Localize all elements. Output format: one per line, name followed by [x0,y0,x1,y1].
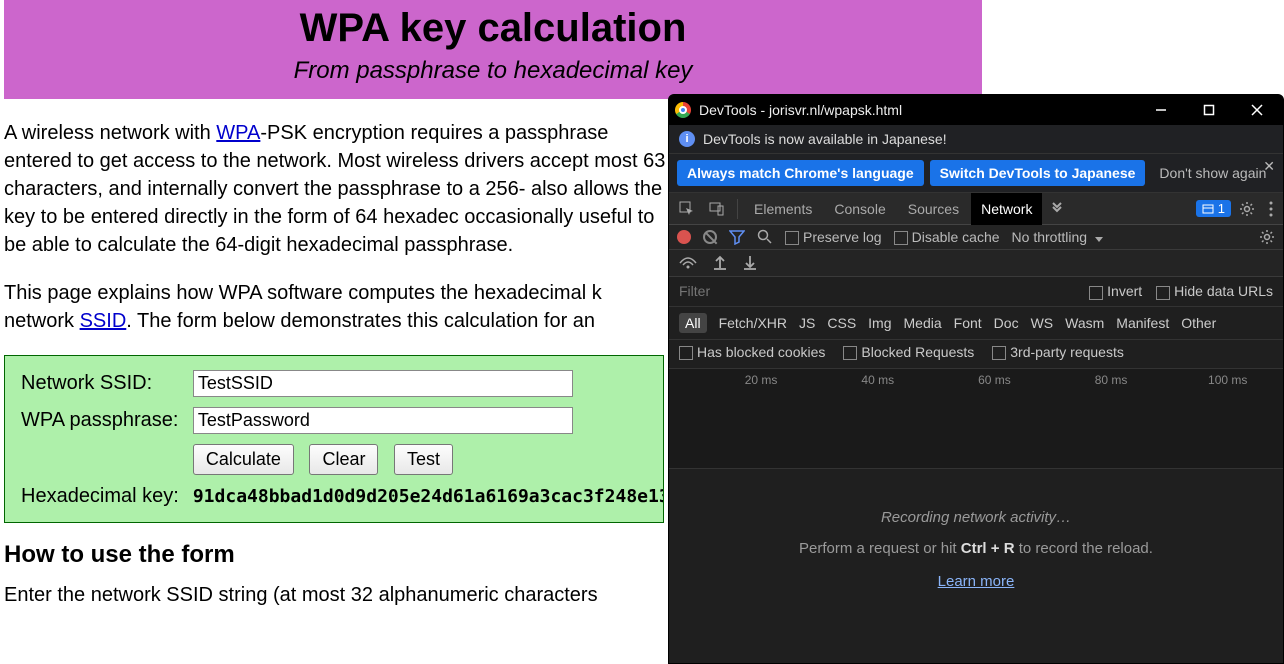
network-settings-icon[interactable] [1259,229,1275,245]
more-tabs-icon[interactable] [1044,193,1070,225]
type-doc[interactable]: Doc [994,315,1019,331]
devtools-langbar: Always match Chrome's language Switch De… [669,154,1283,193]
network-conditions-icon[interactable] [679,255,697,269]
chrome-icon [675,102,691,118]
devtools-infobar: i DevTools is now available in Japanese! [669,125,1283,154]
chevron-down-icon [1095,237,1103,242]
blocked-cookies-checkbox[interactable]: Has blocked cookies [679,344,825,360]
issues-badge[interactable]: 1 [1196,200,1231,217]
type-js[interactable]: JS [799,315,815,331]
clear-button[interactable]: Clear [309,444,378,475]
recording-text: Recording network activity… [689,509,1263,526]
timeline-tick: 80 ms [1095,373,1128,387]
import-har-icon[interactable] [713,254,727,270]
network-filterbar: Invert Hide data URLs [669,277,1283,306]
langbar-close-icon[interactable]: ✕ [1263,158,1275,175]
invert-checkbox[interactable]: Invert [1089,283,1142,299]
type-ws[interactable]: WS [1031,315,1054,331]
network-empty-state: Recording network activity… Perform a re… [669,469,1283,590]
info-icon: i [679,131,695,147]
dont-show-again-button[interactable]: Don't show again [1151,160,1274,186]
maximize-button[interactable] [1189,95,1229,125]
tab-console[interactable]: Console [824,193,895,225]
hexkey-label: Hexadecimal key: [15,481,185,512]
close-button[interactable] [1237,95,1277,125]
calculate-button[interactable]: Calculate [193,444,294,475]
disable-cache-checkbox[interactable]: Disable cache [894,229,1000,245]
devtools-window: DevTools - jorisvr.nl/wpapsk.html i DevT… [668,94,1284,664]
network-timeline[interactable]: 20 ms 40 ms 60 ms 80 ms 100 ms [669,369,1283,469]
hexkey-value: 91dca48bbad1d0d9d205e24d61a6169a3cac3f24… [187,481,664,512]
kebab-icon[interactable] [1263,193,1279,225]
device-toggle-icon[interactable] [703,193,731,225]
page-title: WPA key calculation [4,6,982,51]
timeline-tick: 60 ms [978,373,1011,387]
passphrase-input[interactable] [193,407,573,434]
wpa-form: Network SSID: WPA passphrase: Calculate … [4,355,664,523]
switch-japanese-button[interactable]: Switch DevTools to Japanese [930,160,1146,186]
search-icon[interactable] [757,229,773,245]
issues-icon [1202,203,1214,215]
intro-paragraph-1: A wireless network with WPA-PSK encrypti… [4,119,666,259]
tab-network[interactable]: Network [971,193,1042,225]
intro-paragraph-2: This page explains how WPA software comp… [4,279,666,335]
filter-input[interactable] [679,283,859,299]
tab-sources[interactable]: Sources [898,193,969,225]
info-text: DevTools is now available in Japanese! [703,131,947,147]
learn-more-link[interactable]: Learn more [938,573,1015,590]
type-css[interactable]: CSS [827,315,856,331]
minimize-button[interactable] [1141,95,1181,125]
page-subtitle: From passphrase to hexadecimal key [4,57,982,85]
type-img[interactable]: Img [868,315,891,331]
page-banner: WPA key calculation From passphrase to h… [4,0,982,99]
type-fetchxhr[interactable]: Fetch/XHR [719,315,787,331]
throttling-select[interactable]: No throttling [1012,229,1103,245]
settings-icon[interactable] [1233,193,1261,225]
type-wasm[interactable]: Wasm [1065,315,1104,331]
page-content: A wireless network with WPA-PSK encrypti… [0,119,670,609]
clear-icon[interactable] [703,230,717,244]
preserve-log-checkbox[interactable]: Preserve log [785,229,882,245]
passphrase-label: WPA passphrase: [15,403,185,438]
network-toolbar: Preserve log Disable cache No throttling [669,225,1283,250]
inspect-icon[interactable] [673,193,701,225]
devtools-tabstrip: Elements Console Sources Network 1 [669,193,1283,225]
timeline-tick: 100 ms [1208,373,1247,387]
type-other[interactable]: Other [1181,315,1216,331]
blocked-requests-checkbox[interactable]: Blocked Requests [843,344,974,360]
extra-filters: Has blocked cookies Blocked Requests 3rd… [669,340,1283,369]
hint-text: Perform a request or hit Ctrl + R to rec… [689,540,1263,557]
howto-heading: How to use the form [4,541,666,569]
network-toolbar-2 [669,250,1283,277]
record-icon[interactable] [677,230,691,244]
export-har-icon[interactable] [743,254,757,270]
type-font[interactable]: Font [954,315,982,331]
howto-paragraph: Enter the network SSID string (at most 3… [4,581,666,609]
timeline-tick: 20 ms [745,373,778,387]
tab-elements[interactable]: Elements [744,193,822,225]
type-manifest[interactable]: Manifest [1116,315,1169,331]
ssid-link[interactable]: SSID [80,310,127,332]
filter-icon[interactable] [729,229,745,245]
timeline-tick: 40 ms [861,373,894,387]
test-button[interactable]: Test [394,444,453,475]
hide-data-urls-checkbox[interactable]: Hide data URLs [1156,283,1273,299]
match-language-button[interactable]: Always match Chrome's language [677,160,924,186]
wpa-link[interactable]: WPA [216,122,260,144]
type-all[interactable]: All [679,313,707,333]
third-party-checkbox[interactable]: 3rd-party requests [992,344,1124,360]
devtools-titlebar[interactable]: DevTools - jorisvr.nl/wpapsk.html [669,95,1283,125]
resource-type-filter: All Fetch/XHR JS CSS Img Media Font Doc … [669,307,1283,340]
devtools-title: DevTools - jorisvr.nl/wpapsk.html [699,102,1133,118]
ssid-input[interactable] [193,370,573,397]
ssid-label: Network SSID: [15,366,185,401]
type-media[interactable]: Media [904,315,942,331]
